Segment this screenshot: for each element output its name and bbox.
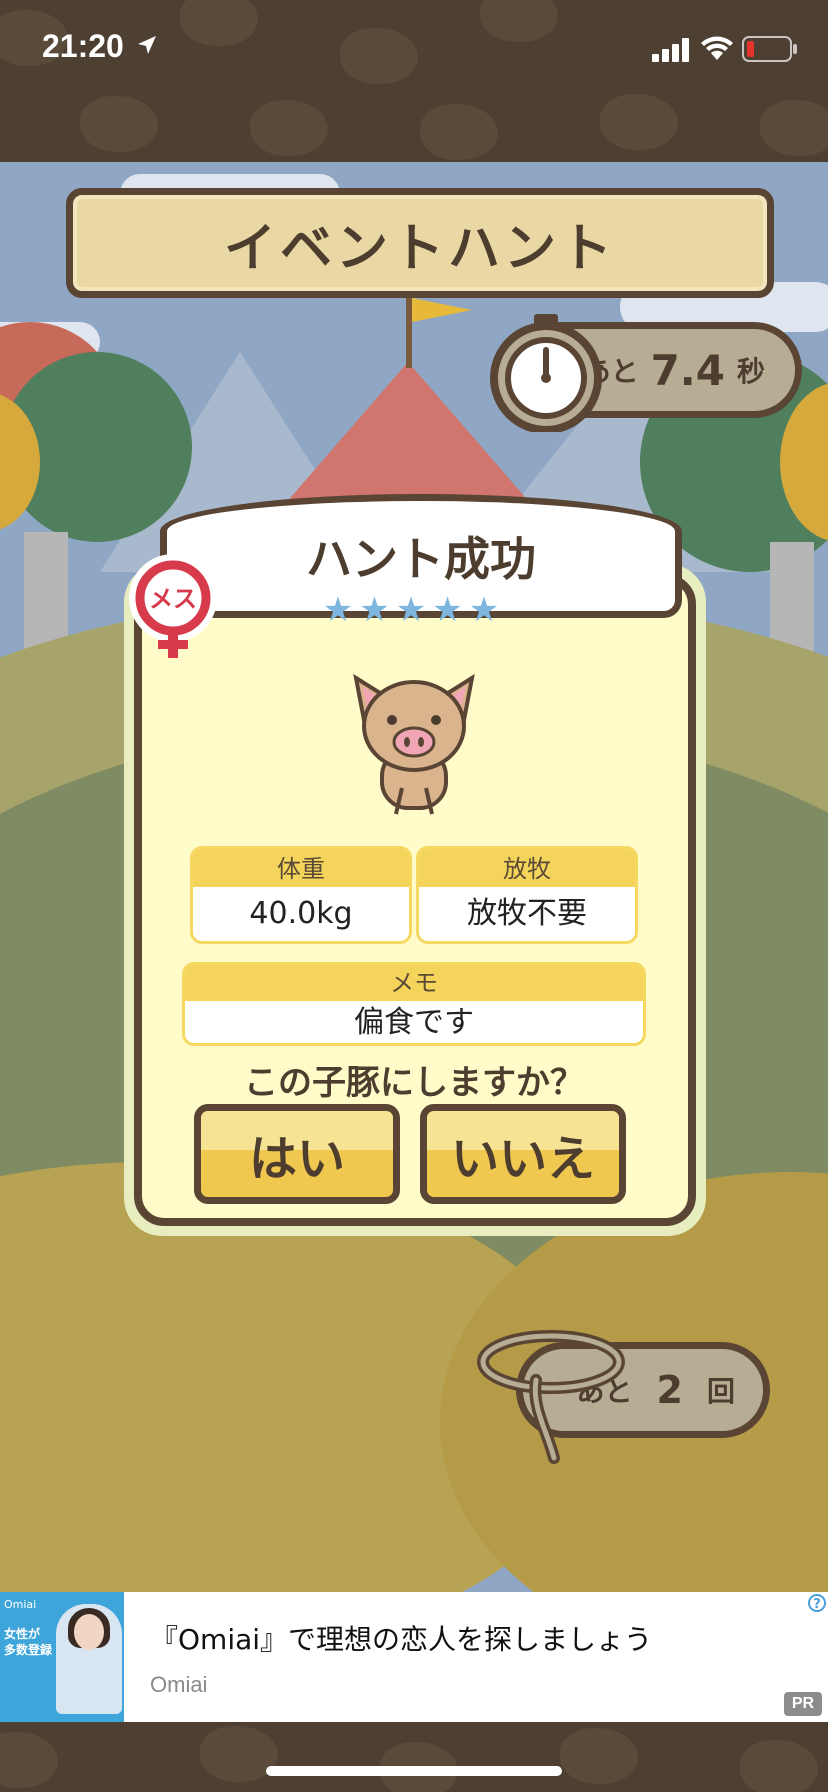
ad-info-icon[interactable]: ? <box>808 1594 826 1612</box>
timer-value: 7.4 <box>650 345 725 395</box>
result-banner-text: ハント成功 <box>306 532 536 586</box>
grazing-label: 放牧 <box>419 849 635 887</box>
piglet-illustration <box>353 673 475 815</box>
ad-title[interactable]: 『Omiai』で理想の恋人を探しましょう <box>150 1618 652 1658</box>
remaining-suffix: 回 <box>706 1375 735 1408</box>
no-button-label: いいえ <box>450 1131 595 1187</box>
battery-low-icon <box>742 36 797 62</box>
ad-banner[interactable]: Omiai 女性が 多数登録 『Omiai』で理想の恋人を探しましょう Omia… <box>0 1592 828 1722</box>
weight-stat: 体重 40.0kg <box>190 846 412 944</box>
ad-pr-badge: PR <box>784 1692 822 1716</box>
memo-label: メモ <box>185 965 643 1001</box>
weight-label: 体重 <box>193 849 409 887</box>
lasso-icon <box>477 1330 625 1464</box>
memo-stat: メモ 偏食です <box>182 962 646 1046</box>
bottom-background <box>0 1722 828 1792</box>
yes-button[interactable]: はい <box>194 1104 400 1204</box>
confirm-question: この子豚にしますか？ <box>244 1063 584 1103</box>
ad-source: Omiai <box>150 1672 208 1697</box>
gender-badge-label: メス <box>149 585 197 613</box>
stopwatch-icon <box>490 314 602 432</box>
grazing-stat: 放牧 放牧不要 <box>416 846 638 944</box>
location-arrow-icon <box>138 36 156 54</box>
no-button[interactable]: いいえ <box>420 1104 626 1204</box>
event-title-plank: イベントハント <box>66 188 774 298</box>
yes-button-label: はい <box>248 1131 345 1187</box>
status-bar-background <box>0 0 828 162</box>
remaining-value: 2 <box>656 1368 683 1412</box>
ad-thumbnail[interactable]: Omiai 女性が 多数登録 <box>0 1592 124 1722</box>
timer-suffix: 秒 <box>736 355 765 388</box>
wifi-icon <box>701 36 733 60</box>
ad-thumb-copy: 女性が 多数登録 <box>4 1627 53 1657</box>
grazing-value: 放牧不要 <box>467 896 587 931</box>
event-title: イベントハント <box>223 218 616 279</box>
status-time: 21:20 <box>42 28 124 64</box>
home-indicator[interactable] <box>266 1766 562 1776</box>
memo-value: 偏食です <box>354 1005 474 1040</box>
female-gender-badge: メス <box>129 554 217 658</box>
weight-value: 40.0kg <box>249 896 353 931</box>
ad-thumb-brand: Omiai <box>4 1598 37 1611</box>
cellular-signal-icon <box>652 38 689 62</box>
